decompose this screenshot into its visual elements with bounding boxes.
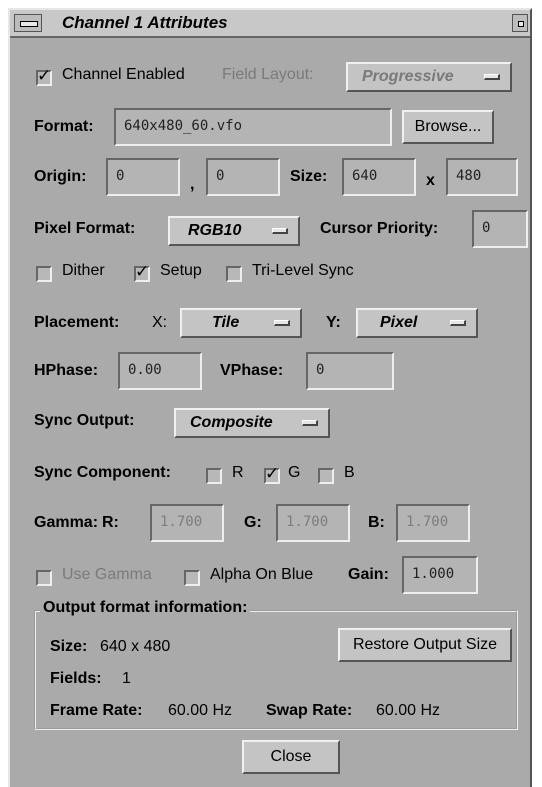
output-size-value: 640 x 480 bbox=[100, 638, 171, 655]
option-menu-indicator-icon bbox=[302, 420, 318, 426]
browse-button[interactable]: Browse... bbox=[402, 110, 494, 144]
gain-label: Gain: bbox=[348, 566, 389, 583]
origin-y-input[interactable]: 0 bbox=[206, 158, 280, 196]
option-menu-indicator-icon bbox=[484, 74, 500, 80]
restore-output-size-button[interactable]: Restore Output Size bbox=[338, 628, 512, 662]
sync-g-label: G bbox=[288, 464, 301, 481]
origin-separator: , bbox=[190, 176, 195, 193]
placement-x-option-menu[interactable]: Tile bbox=[180, 308, 302, 338]
setup-checkbox[interactable]: ✓ bbox=[134, 262, 150, 282]
output-size-label: Size: bbox=[50, 638, 88, 655]
field-layout-option-menu[interactable]: Progressive bbox=[346, 62, 512, 92]
pixel-format-value: RGB10 bbox=[188, 222, 242, 239]
sync-r-checkbox[interactable] bbox=[206, 468, 222, 484]
field-layout-value: Progressive bbox=[362, 68, 454, 85]
pixel-format-option-menu[interactable]: RGB10 bbox=[168, 216, 300, 246]
placement-y-label: Y: bbox=[326, 314, 341, 331]
gamma-r-input[interactable]: 1.700 bbox=[150, 504, 224, 542]
sync-r-label: R bbox=[232, 464, 244, 481]
format-label: Format: bbox=[34, 118, 94, 135]
channel-enabled-label: Channel Enabled bbox=[62, 66, 185, 83]
size-width-input[interactable]: 640 bbox=[342, 158, 416, 196]
sync-b-checkbox[interactable] bbox=[318, 468, 334, 484]
minimize-button[interactable] bbox=[512, 14, 528, 32]
hphase-label: HPhase: bbox=[34, 362, 99, 379]
placement-x-value: Tile bbox=[212, 314, 240, 331]
setup-label: Setup bbox=[160, 262, 202, 279]
size-height-input[interactable]: 480 bbox=[446, 158, 518, 196]
output-format-group-title: Output format information: bbox=[40, 599, 251, 617]
gamma-b-input[interactable]: 1.700 bbox=[396, 504, 470, 542]
checkmark-icon: ✓ bbox=[37, 66, 52, 85]
option-menu-indicator-icon bbox=[450, 320, 466, 326]
swap-rate-value: 60.00 Hz bbox=[376, 702, 441, 719]
alpha-on-blue-label: Alpha On Blue bbox=[210, 566, 314, 583]
title-bar[interactable]: Channel 1 Attributes bbox=[10, 10, 530, 38]
placement-y-value: Pixel bbox=[380, 314, 418, 331]
placement-x-label: X: bbox=[152, 314, 168, 331]
alpha-on-blue-checkbox[interactable] bbox=[184, 570, 200, 586]
option-menu-indicator-icon bbox=[272, 228, 288, 234]
sync-g-checkbox[interactable]: ✓ bbox=[264, 464, 280, 484]
fields-label: Fields: bbox=[50, 670, 102, 687]
field-layout-label: Field Layout: bbox=[222, 66, 314, 83]
use-gamma-label: Use Gamma bbox=[62, 566, 152, 583]
placement-y-option-menu[interactable]: Pixel bbox=[356, 308, 478, 338]
sync-output-value: Composite bbox=[190, 414, 273, 431]
tri-level-sync-checkbox[interactable] bbox=[226, 266, 242, 282]
sync-b-label: B bbox=[344, 464, 355, 481]
use-gamma-checkbox[interactable] bbox=[36, 570, 52, 586]
fields-value: 1 bbox=[122, 670, 131, 687]
frame-rate-value: 60.00 Hz bbox=[168, 702, 233, 719]
vphase-label: VPhase: bbox=[220, 362, 284, 379]
checkmark-icon: ✓ bbox=[135, 262, 150, 281]
frame-rate-label: Frame Rate: bbox=[50, 702, 143, 719]
size-label: Size: bbox=[290, 168, 328, 185]
gamma-b-label: B: bbox=[368, 514, 385, 531]
gamma-g-label: G: bbox=[244, 514, 262, 531]
checkmark-icon: ✓ bbox=[265, 464, 280, 483]
channel-attributes-window: Channel 1 Attributes ✓ Channel Enabled F… bbox=[8, 8, 532, 787]
format-input[interactable]: 640x480_60.vfo bbox=[114, 108, 392, 146]
dither-checkbox[interactable] bbox=[36, 266, 52, 282]
sync-output-option-menu[interactable]: Composite bbox=[174, 408, 330, 438]
size-x-label: x bbox=[426, 172, 435, 189]
vphase-input[interactable]: 0 bbox=[306, 352, 394, 390]
placement-label: Placement: bbox=[34, 314, 120, 331]
sync-component-label: Sync Component: bbox=[34, 464, 171, 481]
gamma-r-label: R: bbox=[102, 514, 119, 531]
origin-label: Origin: bbox=[34, 168, 87, 185]
dither-label: Dither bbox=[62, 262, 105, 279]
close-button[interactable]: Close bbox=[242, 740, 340, 774]
swap-rate-label: Swap Rate: bbox=[266, 702, 353, 719]
cursor-priority-input[interactable]: 0 bbox=[472, 210, 528, 248]
minimize-icon bbox=[518, 21, 524, 27]
channel-enabled-checkbox[interactable]: ✓ bbox=[36, 66, 52, 86]
window-title: Channel 1 Attributes bbox=[62, 13, 228, 32]
origin-x-input[interactable]: 0 bbox=[106, 158, 180, 196]
cursor-priority-label: Cursor Priority: bbox=[320, 220, 439, 237]
gain-input[interactable]: 1.000 bbox=[402, 556, 478, 594]
pixel-format-label: Pixel Format: bbox=[34, 220, 136, 237]
hphase-input[interactable]: 0.00 bbox=[118, 352, 202, 390]
tri-level-sync-label: Tri-Level Sync bbox=[252, 262, 354, 279]
sync-output-label: Sync Output: bbox=[34, 412, 135, 429]
gamma-g-input[interactable]: 1.700 bbox=[276, 504, 350, 542]
gamma-label: Gamma: bbox=[34, 514, 99, 531]
option-menu-indicator-icon bbox=[274, 320, 290, 326]
window-menu-button[interactable] bbox=[14, 14, 42, 32]
window-menu-icon bbox=[20, 21, 38, 27]
